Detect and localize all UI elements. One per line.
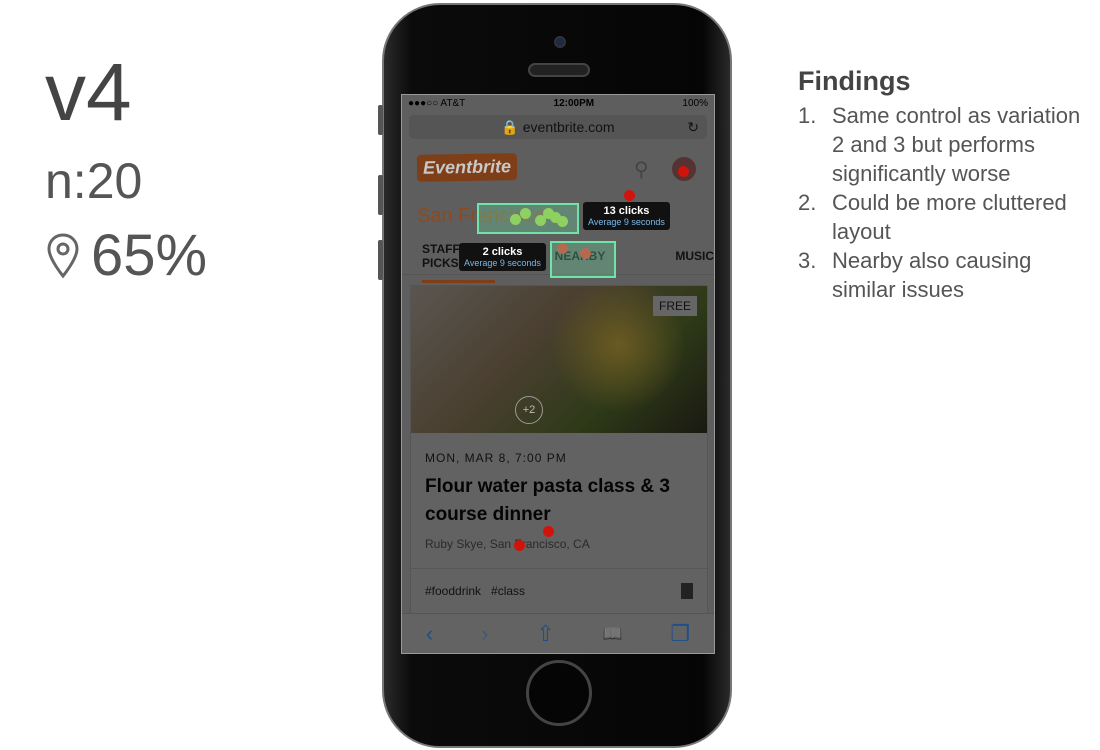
finding-text: Nearby also causing similar issues	[832, 248, 1032, 302]
status-bar: ●●●○○ AT&T 12:00PM 100%	[402, 95, 714, 112]
lock-icon: 🔒	[501, 118, 523, 135]
miss-dot	[543, 526, 554, 537]
event-title[interactable]: Flour water pasta class & 3 course dinne…	[425, 473, 693, 529]
event-card[interactable]: FREE +2 MON, MAR 8, 7:00 PM Flour water …	[410, 285, 708, 615]
tags-text[interactable]: #fooddrink #class	[425, 584, 525, 598]
bookmark-icon[interactable]	[681, 583, 693, 599]
mute-switch	[378, 105, 383, 135]
carrier: ●●●○○ AT&T	[408, 98, 466, 109]
event-location: Ruby Skye, San Francisco, CA	[425, 537, 590, 551]
eventbrite-logo[interactable]: Eventbrite	[416, 153, 518, 182]
tooltip-nearby: 2 clicks Average 9 seconds	[459, 243, 546, 271]
miss-dot	[557, 243, 568, 254]
success-rate-value: 65%	[91, 223, 208, 288]
volume-up	[378, 175, 383, 215]
click-count: 2 clicks	[482, 246, 523, 258]
click-dot	[510, 214, 521, 225]
attendee-count: +2	[515, 396, 543, 424]
event-image: FREE +2	[411, 286, 707, 433]
miss-dot	[580, 248, 591, 259]
summary: v4 n:20 65%	[45, 52, 207, 289]
camera-icon	[554, 36, 566, 48]
avg-time: Average 9 seconds	[464, 258, 541, 268]
home-button[interactable]	[526, 660, 592, 726]
clock: 12:00PM	[553, 98, 595, 109]
miss-dot	[678, 166, 689, 177]
volume-down	[378, 240, 383, 280]
share-icon[interactable]: ⇧	[536, 621, 554, 647]
event-tags: #fooddrink #class	[411, 568, 707, 614]
success-rate: 65%	[45, 222, 207, 289]
tabs-icon[interactable]: ❐	[670, 621, 690, 647]
tab-music[interactable]: MUSIC	[675, 249, 714, 263]
findings-title: Findings	[798, 66, 911, 96]
avg-time: Average 9 seconds	[588, 217, 665, 227]
speaker	[528, 63, 590, 77]
finding-item: 2. Could be more cluttered layout	[798, 188, 1088, 246]
tooltip-city: 13 clicks Average 9 seconds	[583, 202, 670, 230]
phone-screen: ●●●○○ AT&T 12:00PM 100% 🔒 eventbrite.com…	[401, 94, 715, 654]
battery: 100%	[682, 98, 708, 109]
price-badge: FREE	[652, 296, 697, 316]
reload-icon[interactable]: ↻	[687, 119, 699, 136]
map-pin-icon	[47, 232, 79, 278]
safari-toolbar: ‹ › ⇧ 📖 ❐	[402, 613, 714, 653]
miss-dot	[624, 190, 635, 201]
findings: Findings 1. Same control as variation 2 a…	[798, 66, 1088, 304]
url-text: eventbrite.com	[522, 119, 615, 135]
finding-number: 1.	[798, 103, 817, 128]
miss-dot	[514, 540, 525, 551]
address-bar[interactable]: 🔒 eventbrite.com ↻	[409, 115, 707, 139]
finding-text: Could be more cluttered layout	[832, 190, 1067, 244]
back-icon[interactable]: ‹	[426, 621, 433, 647]
search-icon[interactable]: ⚲	[634, 157, 649, 182]
version-label: v4	[45, 47, 132, 138]
forward-icon[interactable]: ›	[481, 621, 488, 647]
finding-number: 2.	[798, 190, 817, 215]
click-dot	[520, 208, 531, 219]
click-dot	[557, 216, 568, 227]
finding-item: 1. Same control as variation 2 and 3 but …	[798, 101, 1088, 188]
finding-number: 3.	[798, 248, 817, 273]
finding-item: 3. Nearby also causing similar issues	[798, 246, 1088, 304]
sample-size: n:20	[45, 153, 143, 209]
bookmarks-icon[interactable]: 📖	[603, 624, 623, 644]
finding-text: Same control as variation 2 and 3 but pe…	[832, 103, 1081, 186]
click-count: 13 clicks	[603, 205, 650, 217]
event-date: MON, MAR 8, 7:00 PM	[425, 451, 567, 465]
